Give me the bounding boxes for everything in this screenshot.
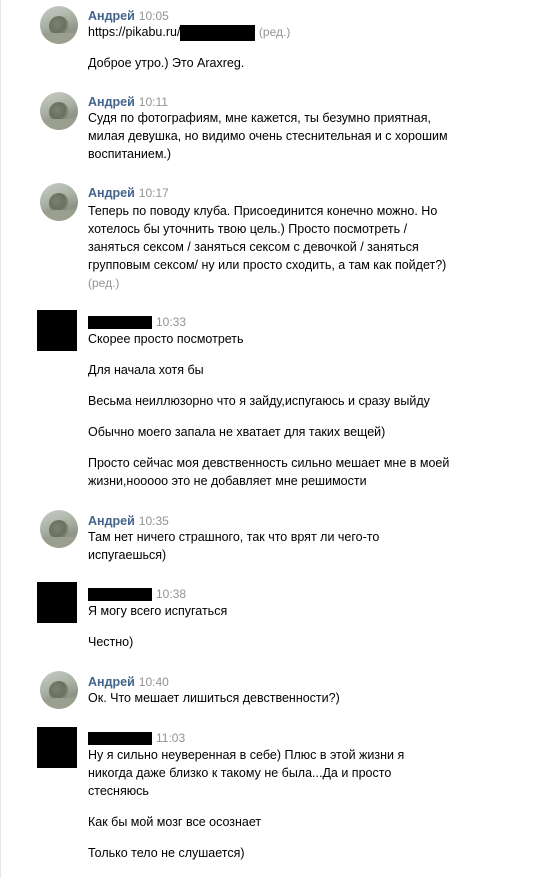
message-header: Андрей 10:05 bbox=[88, 8, 169, 24]
message-text: Честно) bbox=[88, 635, 134, 649]
message-text: Скорее просто посмотреть bbox=[88, 332, 244, 346]
message-text: стесняюсь bbox=[88, 784, 149, 798]
message-text: заняться сексом / заняться сексом с дево… bbox=[88, 240, 419, 254]
message-text: Для начала хотя бы bbox=[88, 363, 204, 377]
message-text: испугаешься) bbox=[88, 548, 167, 562]
message-time[interactable]: 10:38 bbox=[156, 587, 186, 601]
message-text: Весьма неиллюзорно что я зайду,испугаюсь… bbox=[88, 394, 430, 408]
user-avatar[interactable] bbox=[40, 92, 78, 130]
user-avatar[interactable] bbox=[40, 6, 78, 44]
message-text: никогда даже близко к такому не была...Д… bbox=[88, 766, 392, 780]
message-text: Только тело не слушается) bbox=[88, 846, 245, 860]
message-header: Андрей 10:40 bbox=[88, 674, 169, 690]
message-text: Теперь по поводу клуба. Присоединится ко… bbox=[88, 204, 438, 218]
message-text: Ну я сильно неуверенная в себе) Плюс в э… bbox=[88, 748, 405, 762]
redacted-author-name bbox=[88, 588, 152, 602]
author-name[interactable]: Андрей bbox=[88, 675, 135, 689]
message-text: Просто сейчас моя девственность сильно м… bbox=[88, 456, 450, 470]
message-text: Обычно моего запала не хватает для таких… bbox=[88, 425, 386, 439]
redacted-avatar[interactable] bbox=[37, 582, 77, 623]
chat-history: Андрей 10:05 https://pikabu.ru/ (ред.) До… bbox=[0, 0, 560, 878]
author-name[interactable]: Андрей bbox=[88, 514, 135, 528]
message-time[interactable]: 10:33 bbox=[156, 315, 186, 329]
message-text: Судя по фотографиям, мне кажется, ты без… bbox=[88, 111, 431, 125]
message-header: 10:33 bbox=[88, 314, 186, 330]
author-name[interactable]: Андрей bbox=[88, 9, 135, 23]
message-time[interactable]: 10:17 bbox=[139, 186, 169, 200]
message-header: Андрей 10:35 bbox=[88, 513, 169, 529]
message-text: Я могу всего испугаться bbox=[88, 604, 228, 618]
message-text: жизни,нооооо это не добавляет мне решимо… bbox=[88, 474, 367, 488]
message-header: 11:03 bbox=[88, 730, 185, 746]
author-name[interactable]: Андрей bbox=[88, 186, 135, 200]
redacted-avatar[interactable] bbox=[37, 727, 77, 768]
message-text: https://pikabu.ru/ (ред.) bbox=[88, 23, 488, 41]
message-text: Ок. Что мешает лишиться девственности?) bbox=[88, 691, 340, 705]
message-time[interactable]: 10:35 bbox=[139, 514, 169, 528]
message-time[interactable]: 10:40 bbox=[139, 675, 169, 689]
message-text: милая девушка, но видимо очень стеснител… bbox=[88, 129, 448, 143]
redaction-bar bbox=[180, 24, 256, 41]
message-time[interactable]: 10:05 bbox=[139, 9, 169, 23]
message-header: Андрей 10:17 bbox=[88, 185, 169, 201]
message-text: групповым сексом/ ну или просто сходить,… bbox=[88, 258, 447, 272]
redacted-author-name bbox=[88, 732, 152, 746]
user-avatar[interactable] bbox=[40, 671, 78, 709]
user-avatar[interactable] bbox=[40, 510, 78, 548]
author-name[interactable]: Андрей bbox=[88, 95, 135, 109]
message-text: Доброе утро.) Это Araxreg. bbox=[88, 56, 245, 70]
message-link[interactable]: https://pikabu.ru/ bbox=[88, 25, 180, 39]
redacted-avatar[interactable] bbox=[37, 310, 77, 351]
redacted-author-name bbox=[88, 316, 152, 330]
edited-label: (ред.) bbox=[88, 276, 120, 290]
message-time[interactable]: 11:03 bbox=[156, 731, 185, 745]
message-text: Там нет ничего страшного, так что врят л… bbox=[88, 530, 380, 544]
edited-label: (ред.) bbox=[258, 25, 291, 39]
message-text: хотелось бы уточнить твою цель.) Просто … bbox=[88, 222, 408, 236]
message-text: Как бы мой мозг все осознает bbox=[88, 815, 262, 829]
user-avatar[interactable] bbox=[40, 183, 78, 221]
message-header: 10:38 bbox=[88, 586, 186, 602]
message-text: воспитанием.) bbox=[88, 147, 172, 161]
message-time[interactable]: 10:11 bbox=[139, 95, 168, 109]
message-header: Андрей 10:11 bbox=[88, 94, 168, 110]
